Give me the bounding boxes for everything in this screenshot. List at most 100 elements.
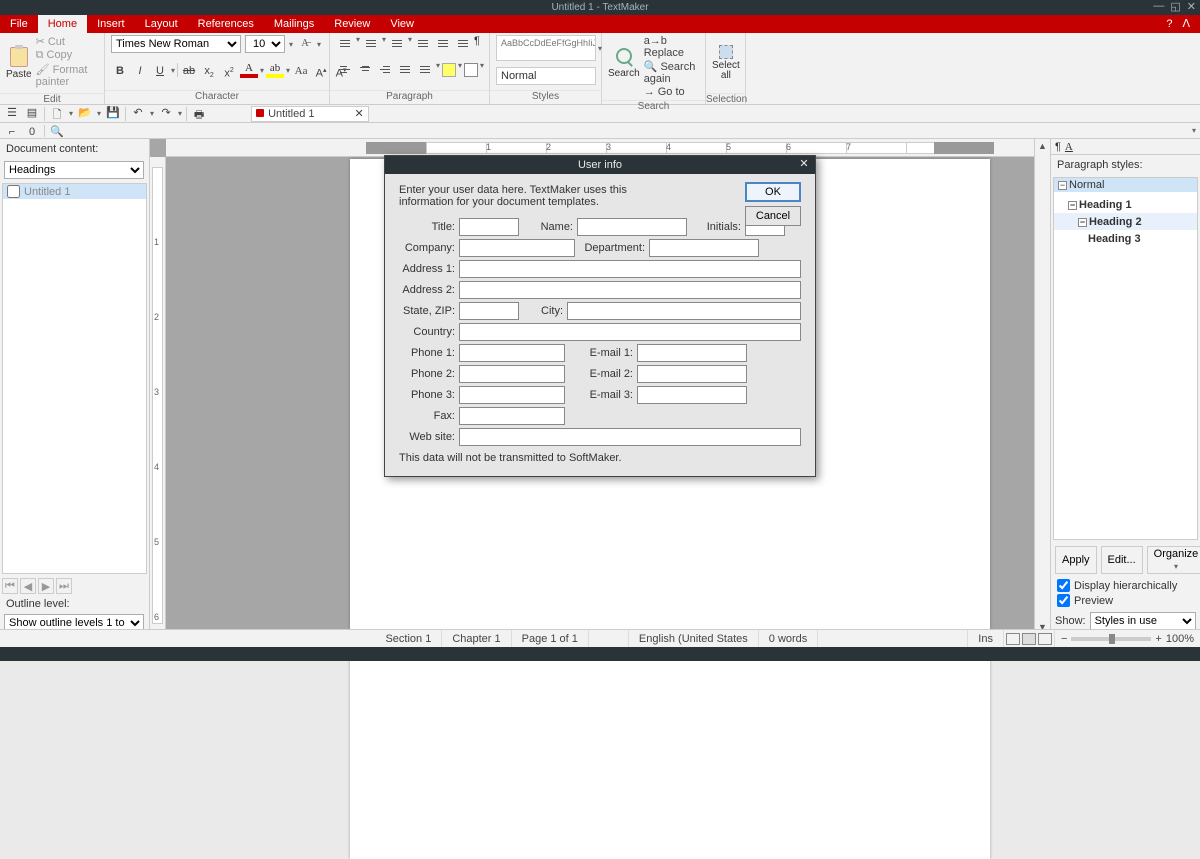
pilcrow-icon[interactable]: ¶ bbox=[1055, 141, 1061, 153]
qa-new-icon[interactable]: ☰ bbox=[4, 106, 20, 122]
superscript-button[interactable]: x2 bbox=[220, 61, 238, 79]
style-heading1[interactable]: −Heading 1 bbox=[1054, 192, 1197, 213]
qa-caret4[interactable]: ▾ bbox=[178, 109, 182, 118]
city-field[interactable] bbox=[567, 302, 801, 320]
address1-field[interactable] bbox=[459, 260, 801, 278]
status-page[interactable]: Page 1 of 1 bbox=[512, 630, 589, 647]
change-case-button[interactable]: Aa bbox=[292, 61, 310, 79]
outline-first-button[interactable]: ⏮ bbox=[2, 578, 18, 594]
shading-button[interactable] bbox=[442, 61, 456, 79]
country-field[interactable] bbox=[459, 323, 801, 341]
state-field[interactable] bbox=[459, 302, 519, 320]
numbering-button[interactable] bbox=[362, 35, 380, 53]
website-field[interactable] bbox=[459, 428, 801, 446]
font-size-caret-icon[interactable]: ▾ bbox=[289, 40, 293, 49]
multilevel-button[interactable] bbox=[388, 35, 406, 53]
line-spacing-button[interactable] bbox=[416, 61, 434, 79]
search-button[interactable]: Search bbox=[608, 35, 640, 91]
style-heading3[interactable]: Heading 3 bbox=[1054, 230, 1197, 246]
minimize-icon[interactable]: — bbox=[1153, 0, 1164, 13]
qa-redo-icon[interactable]: ↷ bbox=[158, 106, 174, 122]
font-name-select[interactable]: Times New Roman bbox=[111, 35, 241, 53]
view-mode-outline-icon[interactable] bbox=[1038, 633, 1052, 645]
underline-button[interactable]: U bbox=[151, 61, 169, 79]
subscript-button[interactable]: x2 bbox=[200, 61, 218, 79]
status-section[interactable]: Section 1 bbox=[375, 630, 442, 647]
qa-caret1[interactable]: ▾ bbox=[69, 109, 73, 118]
scroll-up-icon[interactable]: ▲ bbox=[1036, 139, 1049, 153]
align-left-button[interactable] bbox=[336, 61, 354, 79]
underline-caret-icon[interactable]: ▾ bbox=[171, 66, 175, 75]
ok-button[interactable]: OK bbox=[745, 182, 801, 202]
qa-save-icon[interactable]: 💾 bbox=[105, 106, 121, 122]
email3-field[interactable] bbox=[637, 386, 747, 404]
phone2-field[interactable] bbox=[459, 365, 565, 383]
linespacing-caret[interactable]: ▾ bbox=[436, 61, 440, 79]
borders-caret[interactable]: ▾ bbox=[480, 61, 484, 79]
qa-undo-icon[interactable]: ↶ bbox=[130, 106, 146, 122]
zoom-tool-icon[interactable]: 🔍 bbox=[49, 124, 65, 138]
outline-item-checkbox[interactable] bbox=[7, 185, 20, 198]
pilcrow-button[interactable]: ¶ bbox=[474, 35, 480, 53]
document-tab[interactable]: Untitled 1 ✕ bbox=[251, 106, 369, 122]
department-field[interactable] bbox=[649, 239, 759, 257]
outline-last-button[interactable]: ⏭ bbox=[56, 578, 72, 594]
highlight-caret-icon[interactable]: ▾ bbox=[286, 66, 290, 75]
char-more-caret-icon[interactable]: ▾ bbox=[317, 40, 321, 49]
help-icon[interactable]: ? bbox=[1166, 18, 1172, 30]
strike-button[interactable]: ab bbox=[180, 61, 198, 79]
tab-review[interactable]: Review bbox=[324, 15, 380, 33]
style-edit-button[interactable]: Edit... bbox=[1101, 546, 1143, 574]
select-all-button[interactable]: Select all bbox=[712, 35, 740, 91]
outline-next-button[interactable]: ▶ bbox=[38, 578, 54, 594]
format-painter-button[interactable]: 🖌 Format painter bbox=[36, 63, 98, 88]
cut-button[interactable]: ✂ Cut bbox=[36, 35, 98, 48]
style-preview[interactable]: AaBbCcDdEeFfGgHhIiJj bbox=[496, 35, 596, 61]
replace-button[interactable]: a→b Replace bbox=[644, 35, 699, 59]
style-normal[interactable]: −Normal bbox=[1054, 178, 1197, 192]
outline-prev-button[interactable]: ◀ bbox=[20, 578, 36, 594]
vertical-scrollbar[interactable]: ▲ ▼ bbox=[1034, 139, 1050, 634]
sort-button[interactable] bbox=[454, 35, 472, 53]
phone3-field[interactable] bbox=[459, 386, 565, 404]
tab-mailings[interactable]: Mailings bbox=[264, 15, 324, 33]
zoom-out-button[interactable]: − bbox=[1061, 633, 1067, 645]
multilevel-caret-icon[interactable]: ▾ bbox=[408, 35, 412, 53]
paste-button[interactable]: Paste bbox=[6, 35, 32, 91]
tab-measure-icon[interactable]: 0 bbox=[24, 124, 40, 138]
outline-list[interactable]: Untitled 1 bbox=[2, 183, 147, 574]
outdent-button[interactable] bbox=[414, 35, 432, 53]
tab-stop-icon[interactable]: ⌐ bbox=[4, 124, 20, 138]
close-window-icon[interactable]: ✕ bbox=[1187, 0, 1196, 13]
tab-view[interactable]: View bbox=[380, 15, 424, 33]
maximize-icon[interactable]: ◱ bbox=[1170, 0, 1180, 13]
style-apply-button[interactable]: Apply bbox=[1055, 546, 1097, 574]
collapse-ribbon-icon[interactable]: ᐱ bbox=[1182, 17, 1190, 30]
font-size-select[interactable]: 10 bbox=[245, 35, 285, 53]
clear-format-button[interactable]: A̶ bbox=[297, 36, 313, 52]
view-mode-page-icon[interactable] bbox=[1022, 633, 1036, 645]
status-wordcount[interactable]: 0 words bbox=[759, 630, 819, 647]
toolrow-caret-icon[interactable]: ▾ bbox=[1192, 126, 1196, 135]
company-field[interactable] bbox=[459, 239, 575, 257]
numbering-caret-icon[interactable]: ▾ bbox=[382, 35, 386, 53]
tab-home[interactable]: Home bbox=[38, 15, 87, 33]
dialog-close-icon[interactable]: ✕ bbox=[797, 157, 811, 171]
styles-list[interactable]: −Normal −Heading 1 −Heading 2 Heading 3 bbox=[1053, 177, 1198, 540]
tab-insert[interactable]: Insert bbox=[87, 15, 135, 33]
bold-button[interactable]: B bbox=[111, 61, 129, 79]
style-heading2[interactable]: −Heading 2 bbox=[1054, 213, 1197, 230]
char-style-icon[interactable]: A bbox=[1065, 141, 1073, 153]
align-center-button[interactable] bbox=[356, 61, 374, 79]
title-field[interactable] bbox=[459, 218, 519, 236]
cancel-button[interactable]: Cancel bbox=[745, 206, 801, 226]
bullets-button[interactable] bbox=[336, 35, 354, 53]
outline-item[interactable]: Untitled 1 bbox=[3, 184, 146, 199]
name-field[interactable] bbox=[577, 218, 687, 236]
bullets-caret-icon[interactable]: ▾ bbox=[356, 35, 360, 53]
qa-caret2[interactable]: ▾ bbox=[97, 109, 101, 118]
phone1-field[interactable] bbox=[459, 344, 565, 362]
status-language[interactable]: English (United States bbox=[629, 630, 759, 647]
shading-caret[interactable]: ▾ bbox=[458, 61, 462, 79]
preview-checkbox[interactable]: Preview bbox=[1051, 593, 1200, 608]
